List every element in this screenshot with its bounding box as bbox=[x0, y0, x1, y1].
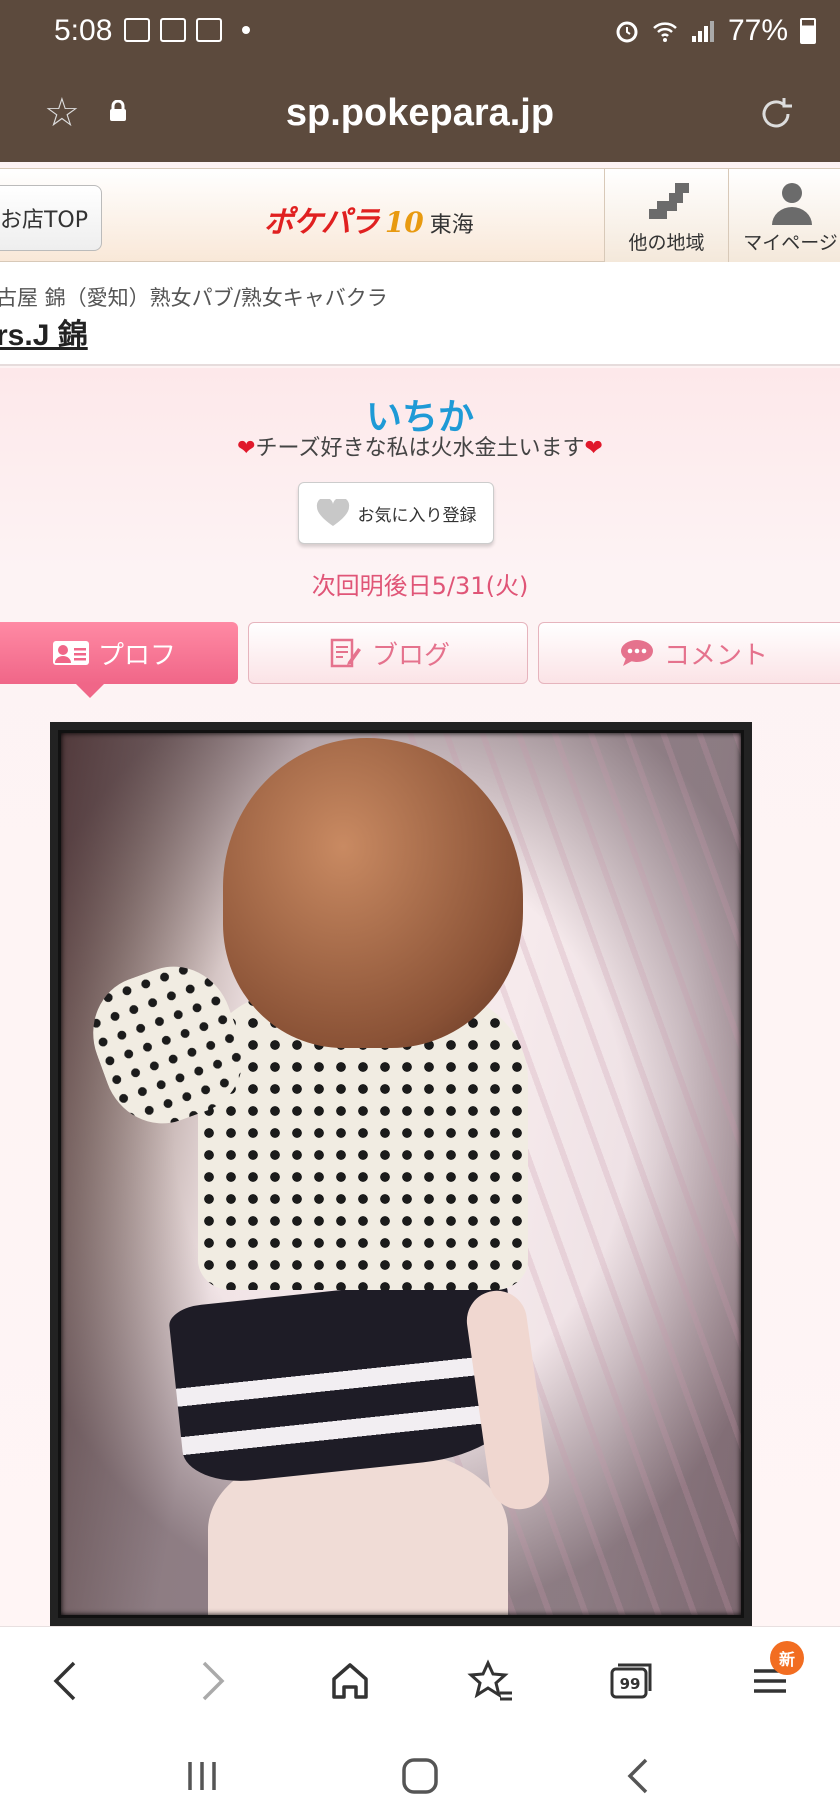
next-work-date: 次回明後日5/31(火) bbox=[311, 572, 529, 600]
browser-url-bar: ☆ sp.pokepara.jp bbox=[0, 66, 840, 162]
android-back-icon[interactable] bbox=[618, 1754, 662, 1798]
person-icon bbox=[772, 183, 812, 225]
android-navigation-bar bbox=[0, 1730, 840, 1820]
tab-comment-label: コメント bbox=[663, 640, 768, 671]
new-badge: 新 bbox=[770, 1641, 804, 1675]
logo-main-text: ポケパラ bbox=[264, 205, 380, 240]
status-time: 5:08 bbox=[54, 14, 113, 47]
profile-area: いちか ❤チーズ好きな私は火水金土います❤ お気に入り登録 次回明後日5/31(… bbox=[0, 368, 840, 1626]
profile-photo-image bbox=[58, 730, 744, 1618]
heart-icon: ❤ bbox=[237, 436, 256, 461]
shop-category: 古屋 錦（愛知）熟女パブ/熟女キャバクラ bbox=[0, 286, 388, 310]
url-text[interactable]: sp.pokepara.jp bbox=[0, 92, 840, 135]
browser-toolbar: 99 新 bbox=[0, 1626, 840, 1730]
status-bar: 5:08 77% bbox=[0, 0, 840, 66]
profile-photo[interactable] bbox=[50, 722, 752, 1626]
favorite-heart-icon bbox=[316, 499, 349, 526]
profile-card-icon bbox=[52, 641, 89, 665]
shop-info: 古屋 錦（愛知）熟女パブ/熟女キャバクラ rs.J 錦 bbox=[0, 262, 840, 366]
shop-top-button[interactable]: お店TOP bbox=[0, 185, 102, 251]
mail-notification-icon bbox=[160, 18, 186, 42]
mypage-button[interactable]: マイページ bbox=[728, 169, 840, 263]
tab-comment[interactable]: コメント bbox=[538, 622, 840, 684]
catch-copy: ❤チーズ好きな私は火水金土います❤ bbox=[0, 430, 840, 462]
other-region-button[interactable]: 他の地域 bbox=[604, 169, 728, 263]
catch-copy-text: チーズ好きな私は火水金土います bbox=[255, 436, 585, 461]
profile-tabs: プロフ ブログ コメント bbox=[0, 622, 840, 698]
signal-icon bbox=[691, 21, 714, 42]
tab-blog[interactable]: ブログ bbox=[248, 622, 528, 684]
heart-icon: ❤ bbox=[584, 436, 603, 461]
tab-profile[interactable]: プロフ bbox=[0, 622, 238, 698]
pokepara-logo[interactable]: ポケパラ 10 東海 bbox=[264, 197, 474, 241]
battery-icon bbox=[800, 18, 816, 44]
blog-edit-icon bbox=[330, 638, 361, 668]
notification-icons bbox=[124, 18, 250, 42]
gallery-notification-icon bbox=[124, 18, 150, 42]
au-notification-icon bbox=[196, 18, 222, 42]
home-icon[interactable] bbox=[322, 1653, 378, 1709]
logo-region-text: 東海 bbox=[429, 213, 474, 238]
wifi-icon bbox=[653, 22, 677, 42]
battery-percent: 77% bbox=[727, 14, 788, 47]
bookmarks-star-icon[interactable] bbox=[462, 1653, 518, 1709]
recent-apps-icon[interactable] bbox=[180, 1754, 224, 1798]
android-home-icon[interactable] bbox=[398, 1754, 442, 1798]
tabs-button[interactable]: 99 bbox=[602, 1653, 658, 1709]
forward-arrow-icon[interactable] bbox=[182, 1653, 238, 1709]
add-favorite-button[interactable]: お気に入り登録 bbox=[298, 482, 494, 544]
reload-icon[interactable] bbox=[756, 94, 796, 134]
alarm-icon bbox=[616, 21, 638, 43]
add-favorite-label: お気に入り登録 bbox=[357, 505, 477, 526]
comment-bubble-icon bbox=[620, 640, 653, 666]
site-header: お店TOP ポケパラ 10 東海 他の地域 マイページ bbox=[0, 168, 840, 263]
japan-map-icon bbox=[649, 183, 689, 219]
tab-blog-label: ブログ bbox=[371, 640, 450, 671]
tabs-count: 99 bbox=[619, 1675, 641, 1693]
shop-name-link[interactable]: rs.J 錦 bbox=[0, 310, 88, 354]
other-region-label: 他の地域 bbox=[628, 232, 705, 254]
back-arrow-icon[interactable] bbox=[40, 1653, 96, 1709]
system-icons: 77% bbox=[614, 14, 816, 48]
more-notifications-dot-icon bbox=[242, 26, 250, 34]
tab-profile-label: プロフ bbox=[97, 640, 176, 671]
mypage-label: マイページ bbox=[743, 232, 838, 254]
logo-10th-text: 10 bbox=[384, 206, 424, 239]
